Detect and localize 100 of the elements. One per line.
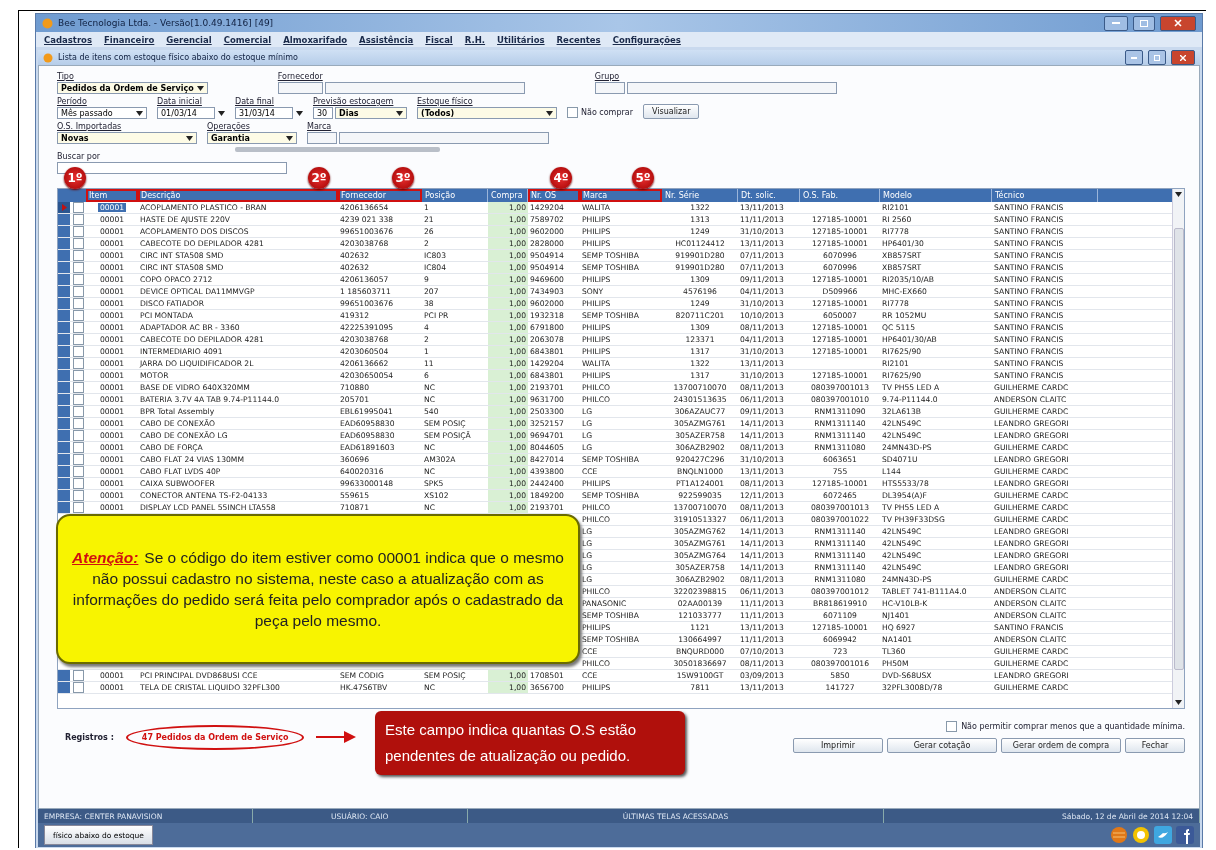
row-checkbox[interactable] [72, 394, 84, 405]
row-checkbox[interactable] [72, 310, 84, 321]
dropdown-field[interactable]: Novas [57, 132, 197, 144]
row-checkbox[interactable] [72, 466, 84, 477]
column-header[interactable]: Marca [580, 189, 662, 202]
row-checkbox[interactable] [72, 202, 84, 213]
maximize-icon [1140, 19, 1148, 27]
row-checkbox[interactable] [72, 214, 84, 225]
maximize-button[interactable] [1148, 50, 1166, 65]
action-button[interactable]: Gerar cotação [887, 738, 997, 753]
menu-item[interactable]: Assistência [359, 34, 414, 45]
close-button[interactable] [1171, 50, 1195, 65]
menu-item[interactable]: Fiscal [425, 34, 453, 45]
unit-dropdown[interactable]: Dias [335, 107, 407, 119]
action-button[interactable]: Imprimir [793, 738, 883, 753]
menu-item[interactable]: Gerencial [166, 34, 212, 45]
scrollbar[interactable] [1172, 189, 1184, 708]
close-button[interactable] [1160, 15, 1196, 31]
row-checkbox[interactable] [72, 250, 84, 261]
step-number-badge: 1º [64, 167, 86, 189]
row-checkbox[interactable] [72, 286, 84, 297]
globe-icon[interactable] [1110, 826, 1128, 844]
menu-item[interactable]: Almoxarifado [283, 34, 348, 45]
row-checkbox[interactable] [72, 226, 84, 237]
menu-item[interactable]: R.H. [464, 34, 486, 45]
column-header[interactable]: Nr. OS [528, 189, 580, 202]
column-header[interactable]: Posição [422, 189, 488, 202]
row-checkbox[interactable] [72, 442, 84, 453]
name-field[interactable] [626, 82, 837, 94]
name-field[interactable] [324, 82, 525, 94]
menu-item[interactable]: Utilitários [497, 34, 545, 45]
dropdown-field[interactable]: Mês passado [57, 107, 147, 119]
minimize-button[interactable] [1104, 15, 1128, 31]
column-header[interactable]: Nr. Série [662, 189, 738, 202]
date-field[interactable]: 01/03/14 [157, 107, 215, 119]
column-header[interactable]: Dt. solic. [738, 189, 800, 202]
checkbox[interactable] [567, 106, 578, 118]
caret-icon [396, 110, 403, 116]
row-checkbox[interactable] [72, 298, 84, 309]
field-label: Operações [207, 122, 251, 131]
dropdown-field[interactable]: Garantia [207, 132, 297, 144]
field-label: Fornecedor [277, 72, 324, 81]
caret-icon [186, 135, 193, 141]
column-header[interactable]: Técnico [992, 189, 1098, 202]
row-checkbox[interactable] [72, 370, 84, 381]
minimize-button[interactable] [1125, 50, 1143, 65]
caret-icon [546, 110, 553, 116]
search-field[interactable] [57, 162, 287, 174]
name-field[interactable] [339, 132, 549, 144]
menu-item[interactable]: Financeiro [104, 34, 155, 45]
menu-item[interactable]: Cadastros [44, 34, 92, 45]
code-field[interactable] [594, 82, 625, 94]
field-label: Data final [235, 97, 275, 106]
row-checkbox[interactable] [72, 322, 84, 333]
date-field[interactable]: 31/03/14 [235, 107, 293, 119]
checkbox-label: Não permitir comprar menos que a quantidade mínima. [961, 722, 1185, 731]
circle-icon[interactable] [1132, 826, 1150, 844]
social-icon[interactable] [1176, 826, 1194, 844]
row-checkbox[interactable] [72, 274, 84, 285]
view-button[interactable]: Visualizar [642, 104, 700, 119]
row-checkbox[interactable] [72, 334, 84, 345]
row-checkbox[interactable] [72, 358, 84, 369]
row-checkbox[interactable] [72, 490, 84, 501]
menu-item[interactable]: Recentes [556, 34, 601, 45]
field-label: Grupo [594, 72, 621, 81]
row-checkbox[interactable] [72, 406, 84, 417]
row-checkbox[interactable] [72, 418, 84, 429]
scroll-thumb[interactable] [1173, 227, 1184, 670]
row-checkbox[interactable] [72, 430, 84, 441]
splitter-handle[interactable] [234, 147, 440, 152]
row-checkbox[interactable] [72, 670, 84, 681]
code-field[interactable] [307, 132, 337, 144]
column-header[interactable]: Fornecedor [338, 189, 422, 202]
row-checkbox[interactable] [72, 382, 84, 393]
row-checkbox[interactable] [72, 502, 84, 513]
row-checkbox[interactable] [72, 454, 84, 465]
number-field[interactable]: 30 [313, 107, 333, 119]
row-checkbox[interactable] [72, 238, 84, 249]
annotation-note: Este campo indica quantas O.S estão pendentes de atualização ou pedido. [375, 711, 685, 775]
maximize-button[interactable] [1133, 15, 1155, 31]
action-button[interactable]: Gerar ordem de compra [1001, 738, 1121, 753]
menu-item[interactable]: Configurações [612, 34, 681, 45]
row-checkbox[interactable] [72, 682, 84, 693]
menu-item[interactable]: Comercial [223, 34, 272, 45]
row-checkbox[interactable] [72, 478, 84, 489]
checkbox[interactable] [946, 721, 958, 732]
row-checkbox[interactable] [72, 346, 84, 357]
column-header[interactable]: O.S. Fab. [800, 189, 880, 202]
dropdown-field[interactable]: Pedidos da Ordem de Serviço [57, 82, 208, 94]
code-field[interactable] [277, 82, 323, 94]
close-icon [1174, 19, 1182, 27]
row-checkbox[interactable] [72, 262, 84, 273]
bird-icon[interactable] [1154, 826, 1172, 844]
app-icon [42, 17, 53, 29]
column-header[interactable]: Descrição [138, 189, 338, 202]
column-header[interactable]: Modelo [880, 189, 992, 202]
column-header[interactable]: Item [86, 189, 138, 202]
dropdown-field[interactable]: (Todos) [417, 107, 557, 119]
caret-icon [286, 135, 293, 141]
action-button[interactable]: Fechar [1125, 738, 1185, 753]
